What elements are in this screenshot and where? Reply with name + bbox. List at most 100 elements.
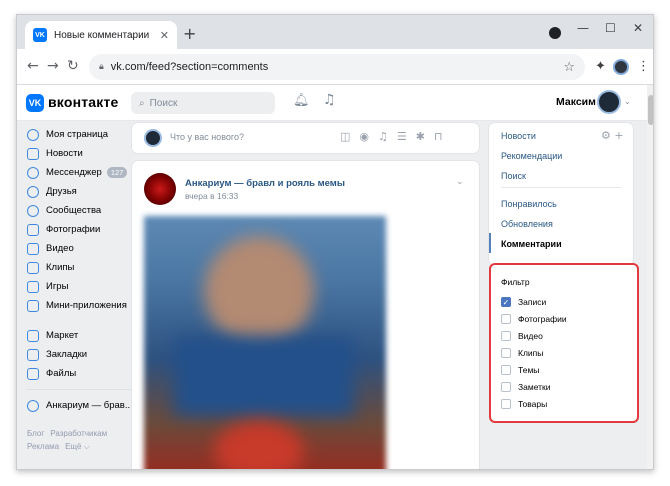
composer-avatar [144, 129, 162, 147]
search-input[interactable]: ⌕ Поиск [131, 92, 275, 114]
section-divider [501, 187, 621, 188]
user-circle-icon [27, 128, 39, 141]
reload-icon[interactable]: ↻ [67, 58, 79, 74]
close-window-icon[interactable]: ✕ [633, 21, 643, 35]
nav-label: Файлы [46, 368, 77, 379]
nav-item-video[interactable]: Видео [27, 239, 133, 258]
section-search[interactable]: Поиск [501, 171, 526, 181]
bookmark-icon [27, 348, 39, 361]
search-icon: ⌕ [139, 97, 145, 109]
new-tab-plus-icon[interactable]: + [183, 24, 196, 43]
user-name[interactable]: Максим [556, 96, 596, 108]
camera-icon[interactable]: ◫ [340, 130, 350, 143]
footer-link-ads[interactable]: Реклама [27, 442, 59, 451]
music-note-icon[interactable]: ♫ [323, 92, 336, 108]
nav-item-news[interactable]: Новости [27, 144, 133, 163]
forward-arrow-icon[interactable]: → [47, 58, 59, 74]
filter-option-video[interactable]: Видео [501, 331, 543, 341]
nav-item-games[interactable]: Игры [27, 277, 133, 296]
checkbox-checked-icon[interactable]: ✓ [501, 297, 511, 307]
nav-item-messenger[interactable]: Мессенджер 127 [27, 163, 133, 182]
post-chevron-down-icon[interactable]: ⌄ [456, 177, 464, 187]
footer-link-devs[interactable]: Разработчикам [50, 429, 107, 438]
filter-option-notes[interactable]: Заметки [501, 382, 551, 392]
user-avatar[interactable] [597, 90, 621, 114]
files-icon [27, 367, 39, 380]
maximize-icon[interactable]: ☐ [605, 21, 616, 35]
checkbox-icon[interactable] [501, 314, 511, 324]
nav-label: Анкариум — брав... [46, 400, 133, 411]
post-image-blurred[interactable] [144, 216, 386, 469]
url-text[interactable]: vk.com/feed?section=comments [111, 61, 564, 73]
section-news[interactable]: Новости [501, 131, 536, 141]
checkbox-icon[interactable] [501, 399, 511, 409]
nav-item-bookmarks[interactable]: Закладки [27, 345, 133, 364]
footer-link-blog[interactable]: Блог [27, 429, 44, 438]
notifications-bell-icon[interactable]: 🔔︎ [293, 93, 310, 108]
nav-item-group[interactable]: Анкариум — брав... [27, 396, 133, 415]
feed-settings-icon[interactable]: ⚙ + [601, 129, 624, 142]
nav-label: Друзья [46, 186, 77, 197]
composer-placeholder[interactable]: Что у вас нового? [170, 132, 244, 142]
chevron-down-icon[interactable]: ⌄ [624, 97, 631, 106]
nav-label: Закладки [46, 349, 88, 360]
extensions-puzzle-icon[interactable]: ✦ [595, 59, 606, 74]
checkbox-icon[interactable] [501, 382, 511, 392]
nav-label: Клипы [46, 262, 75, 273]
nav-item-my-page[interactable]: Моя страница [27, 125, 133, 144]
nav-item-apps[interactable]: Мини-приложения [27, 296, 133, 315]
nav-item-market[interactable]: Маркет [27, 326, 133, 345]
address-bar[interactable]: 🔒︎ vk.com/feed?section=comments ☆ [89, 54, 585, 80]
privacy-lock-icon[interactable]: ⊓ [434, 130, 443, 143]
vk-brand[interactable]: вконтакте [48, 94, 119, 110]
profile-avatar[interactable] [613, 59, 629, 75]
filter-option-clips[interactable]: Клипы [501, 348, 543, 358]
checkbox-icon[interactable] [501, 365, 511, 375]
tab-search-icon[interactable] [549, 27, 561, 39]
games-icon [27, 280, 39, 293]
browser-tab[interactable]: VK Новые комментарии ✕ [25, 21, 177, 49]
video-circle-icon[interactable]: ◉ [359, 130, 369, 143]
article-icon[interactable]: ☰ [397, 130, 407, 143]
post-author[interactable]: Анкариум — бравл и рояль мемы [185, 178, 345, 189]
scroll-thumb[interactable] [648, 95, 653, 125]
nav-item-groups[interactable]: Сообщества [27, 201, 133, 220]
post-time[interactable]: вчера в 16:33 [185, 191, 238, 201]
checkbox-icon[interactable] [501, 331, 511, 341]
nav-item-files[interactable]: Файлы [27, 364, 133, 383]
filter-option-topics[interactable]: Темы [501, 365, 539, 375]
section-liked[interactable]: Понравилось [501, 199, 557, 209]
footer-link-more[interactable]: Ещё ⌵ [65, 442, 90, 451]
vk-header: VK вконтакте ⌕ Поиск 🔔︎ ♫ Максим ⌄ [17, 85, 647, 121]
filter-option-goods[interactable]: Товары [501, 399, 547, 409]
sparkle-icon[interactable]: ✱ [416, 130, 425, 143]
vk-logo-icon[interactable]: VK [26, 94, 44, 112]
filter-option-posts[interactable]: ✓ Записи [501, 297, 546, 307]
nav-label: Маркет [46, 330, 79, 341]
checkbox-icon[interactable] [501, 348, 511, 358]
section-comments[interactable]: Комментарии [501, 239, 562, 249]
minimize-icon[interactable]: — [577, 21, 589, 35]
lock-icon[interactable]: 🔒︎ [99, 62, 104, 72]
nav-item-photos[interactable]: Фотографии [27, 220, 133, 239]
page-scrollbar[interactable] [647, 85, 653, 469]
close-tab-icon[interactable]: ✕ [160, 29, 169, 42]
group-icon [27, 399, 39, 412]
filter-option-photos[interactable]: Фотографии [501, 314, 567, 324]
menu-kebab-icon[interactable]: ⋮ [637, 59, 650, 74]
post-author-avatar[interactable] [144, 173, 176, 205]
filter-label: Клипы [518, 348, 544, 358]
post-composer[interactable]: Что у вас нового? ◫ ◉ ♫ ☰ ✱ ⊓ [132, 123, 479, 153]
clips-icon [27, 261, 39, 274]
bookmark-star-icon[interactable]: ☆ [563, 60, 575, 75]
unread-badge: 127 [106, 167, 128, 178]
nav-label: Новости [46, 148, 83, 159]
nav-item-clips[interactable]: Клипы [27, 258, 133, 277]
nav-item-friends[interactable]: Друзья [27, 182, 133, 201]
section-updates[interactable]: Обновления [501, 219, 553, 229]
back-arrow-icon[interactable]: ← [27, 58, 39, 74]
music-icon[interactable]: ♫ [378, 130, 388, 143]
feed-post: Анкариум — бравл и рояль мемы вчера в 16… [132, 161, 479, 469]
section-recommendations[interactable]: Рекомендации [501, 151, 562, 161]
filter-label: Товары [518, 399, 548, 409]
